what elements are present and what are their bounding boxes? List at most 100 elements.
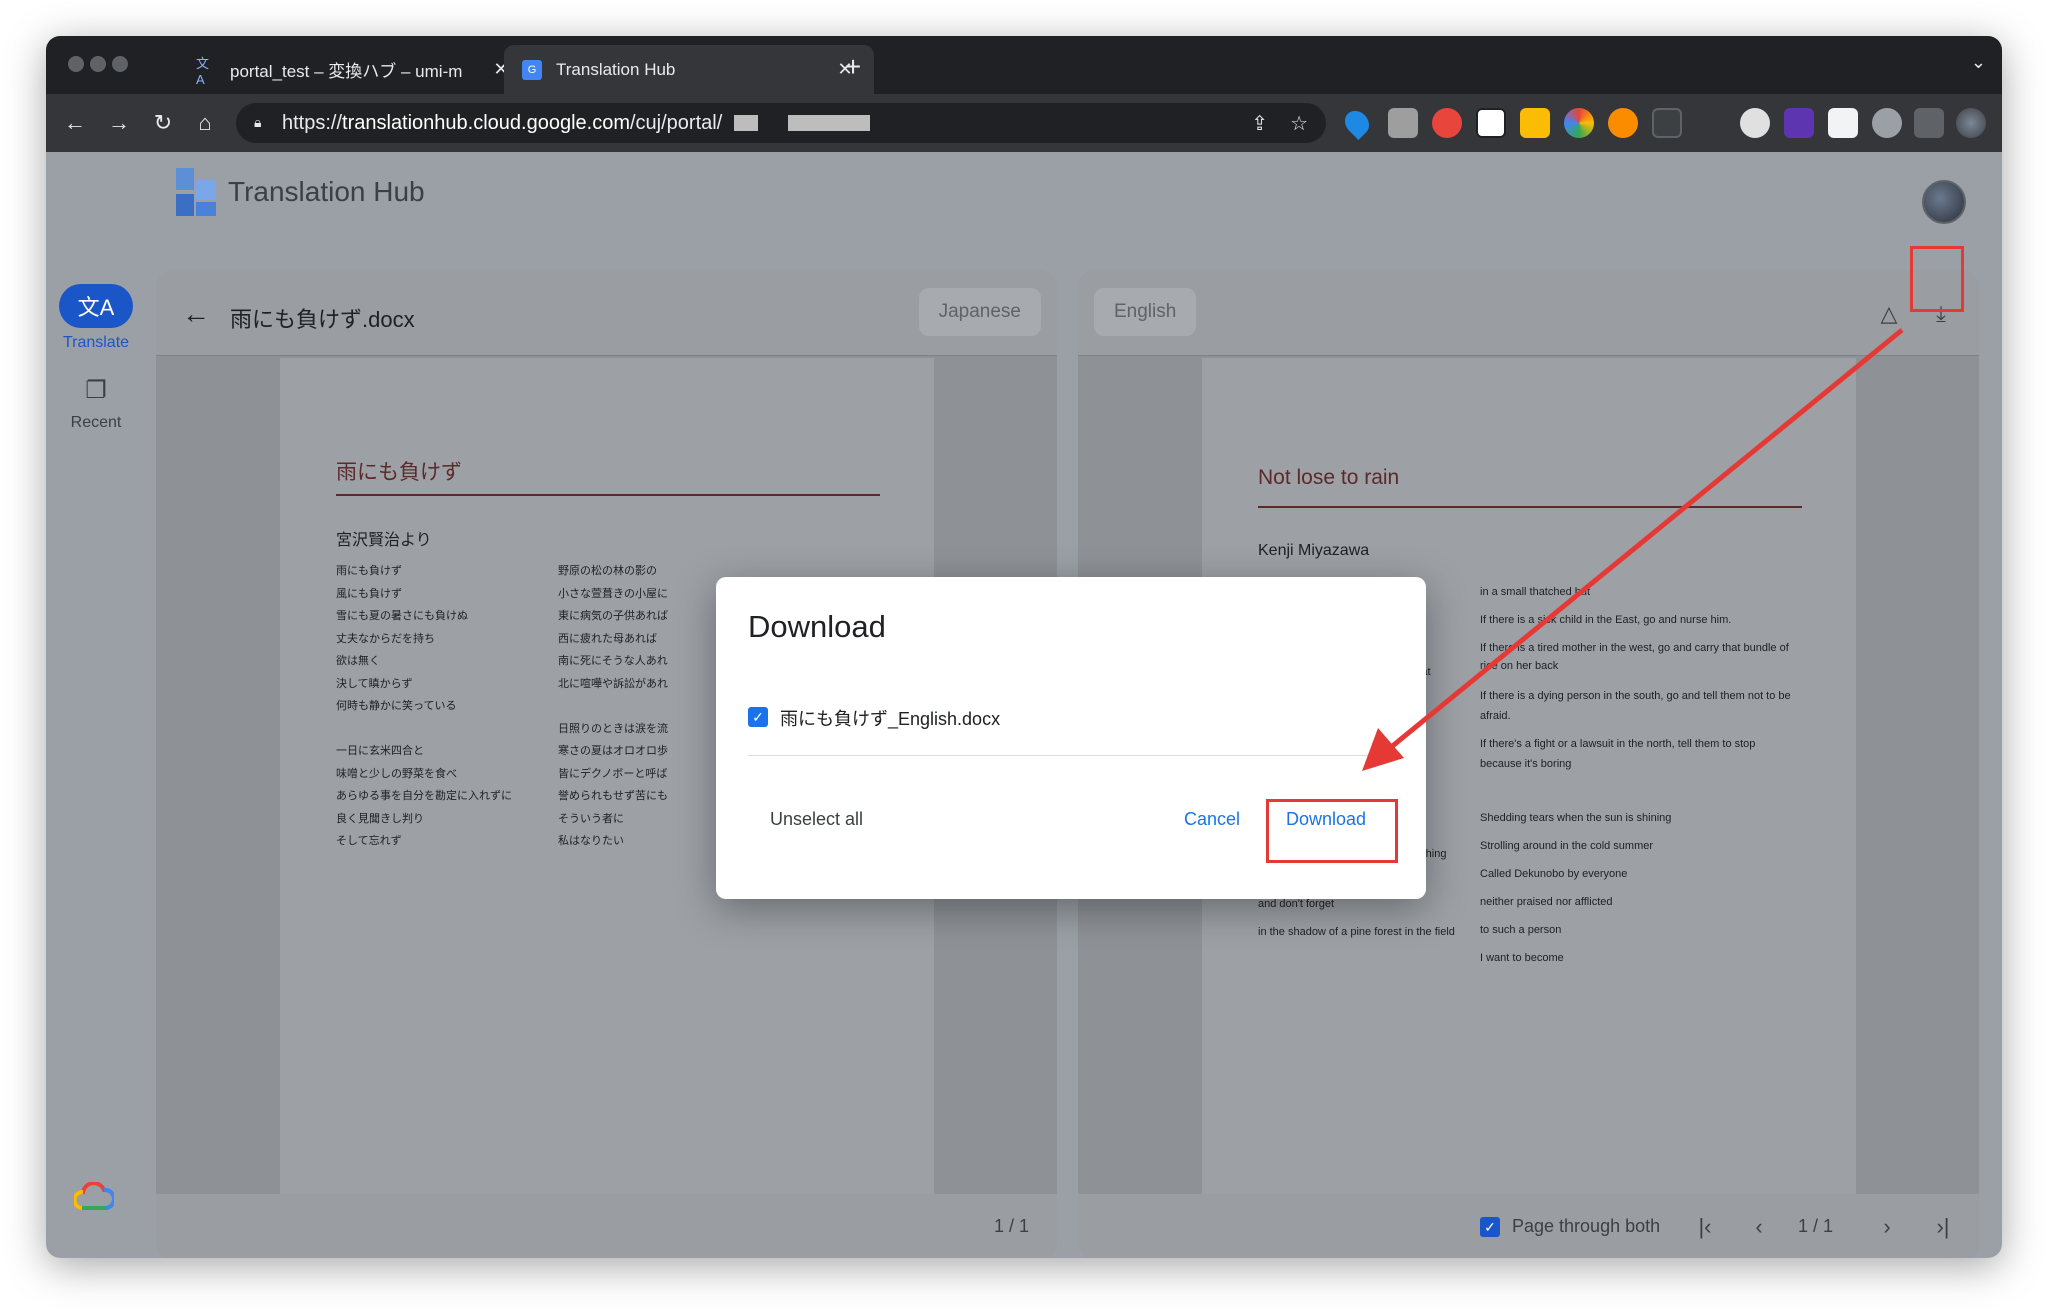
translate-icon: 文A — [59, 284, 133, 328]
rail-translate[interactable]: 文A Translate — [58, 284, 134, 352]
reload-button[interactable]: ↻ — [146, 106, 180, 140]
document-line: 何時も静かに笑っている — [336, 700, 457, 712]
document-line: If there's a fight or a lawsuit in the n… — [1480, 738, 1756, 750]
google-cloud-icon — [74, 1182, 114, 1210]
document-line: 東に病気の子供あれば — [558, 610, 668, 622]
last-page-button[interactable]: ›| — [1928, 1212, 1958, 1242]
extension-orange-icon[interactable] — [1608, 108, 1638, 138]
new-tab-button[interactable]: + — [836, 50, 870, 84]
file-checkbox[interactable]: ✓ — [748, 707, 768, 727]
extension-color-wheel-icon[interactable] — [1564, 108, 1594, 138]
document-line: 決して瞋からず — [336, 677, 413, 690]
user-avatar[interactable] — [1922, 180, 1966, 224]
document-line: 日照りのときは涙を流 — [558, 722, 668, 735]
heading-divider — [336, 494, 880, 496]
zoom-window-button[interactable] — [112, 56, 128, 72]
back-button[interactable]: ← — [58, 106, 92, 140]
document-line: 風にも負けず — [336, 587, 402, 600]
notion-icon[interactable] — [1476, 108, 1506, 138]
minimize-window-button[interactable] — [90, 56, 106, 72]
share-icon[interactable]: ⇪ — [1251, 111, 1268, 136]
first-page-button[interactable]: |‹ — [1690, 1212, 1720, 1242]
profile-avatar[interactable] — [1956, 108, 1986, 138]
lock-icon: 🔒︎ — [254, 114, 262, 130]
document-line: Shedding tears when the sun is shining — [1480, 812, 1672, 824]
document-line: I want to become — [1480, 952, 1564, 964]
document-line: 丈夫なからだを持ち — [336, 632, 435, 645]
close-window-button[interactable] — [68, 56, 84, 72]
document-title: 雨にも負けず.docx — [230, 307, 415, 332]
document-line: 雨にも負けず — [336, 565, 402, 577]
translated-heading: Not lose to rain — [1258, 466, 1400, 489]
bookmark-star-icon[interactable]: ☆ — [1290, 111, 1308, 136]
document-line: If there is a sick child in the East, go… — [1480, 614, 1732, 626]
document-line: 良く見聞きし判り — [336, 812, 424, 825]
browser-window: 文A portal_test – 変換ハブ – umi-m ✕ G Transl… — [46, 36, 2002, 1258]
document-line: because it's boring — [1480, 758, 1572, 770]
document-line: 私はなりたい — [558, 835, 624, 847]
redacted-block — [788, 115, 871, 131]
extension-purple-icon[interactable] — [1784, 108, 1814, 138]
document-line: 野原の松の林の影の — [558, 565, 657, 577]
cancel-button[interactable]: Cancel — [1184, 809, 1240, 830]
unselect-all-button[interactable]: Unselect all — [770, 809, 863, 830]
document-line: 南に死にそうな人あれ — [558, 655, 668, 667]
document-line: 皆にデクノボーと呼ば — [558, 767, 668, 780]
extension-red-icon[interactable] — [1432, 108, 1462, 138]
tab-translation-hub[interactable]: G Translation Hub ✕ — [504, 45, 874, 94]
next-page-button[interactable]: › — [1872, 1212, 1902, 1242]
document-line: rice on her back — [1480, 660, 1559, 672]
document-line: Strolling around in the cold summer — [1480, 840, 1654, 852]
tab-title: Translation Hub — [556, 59, 676, 79]
extension-bookmark-icon[interactable] — [1828, 108, 1858, 138]
document-line: If there is a dying person in the south,… — [1480, 690, 1791, 702]
extension-pin-icon[interactable] — [1340, 106, 1374, 140]
previous-page-button[interactable]: ‹ — [1744, 1212, 1774, 1242]
translate-icon: 文A — [196, 55, 210, 87]
source-author: 宮沢賢治より — [336, 532, 432, 549]
page-through-both-checkbox[interactable]: ✓ — [1480, 1217, 1500, 1237]
extension-print-icon[interactable] — [1388, 108, 1418, 138]
document-line: 雪にも夏の暑さにも負けぬ — [336, 610, 468, 622]
document-line: If there is a tired mother in the west, … — [1480, 642, 1789, 654]
document-line: and don't forget — [1258, 898, 1335, 910]
extension-circle-icon[interactable] — [1740, 108, 1770, 138]
extension-frame-icon[interactable] — [1652, 108, 1682, 138]
rail-recent[interactable]: ❐ Recent — [58, 372, 134, 432]
home-button[interactable]: ⌂ — [188, 106, 222, 140]
document-line: in a small thatched hut — [1480, 586, 1591, 598]
document-line: そして忘れず — [336, 835, 402, 847]
address-bar[interactable]: 🔒︎ https://translationhub.cloud.google.c… — [236, 103, 1326, 143]
document-line: 西に疲れた母あれば — [558, 632, 657, 645]
document-line: 北に喧嘩や訴訟があれ — [558, 677, 668, 690]
annotation-highlight-download-button — [1266, 799, 1398, 863]
document-line: 欲は無く — [336, 655, 380, 667]
source-page-count: 1 / 1 — [993, 1216, 1029, 1236]
side-panel-icon[interactable] — [1914, 108, 1944, 138]
translated-panel-header: English △ ⤓ — [1078, 270, 1979, 356]
extension-yellow-icon[interactable] — [1520, 108, 1550, 138]
google-drive-icon[interactable]: △ — [1869, 294, 1909, 334]
annotation-highlight-download-icon — [1910, 246, 1964, 312]
document-line: あらゆる事を自分を勘定に入れずに — [336, 790, 512, 802]
back-arrow-icon[interactable]: ← — [182, 298, 210, 330]
rail-recent-label: Recent — [70, 414, 122, 431]
dialog-divider — [748, 755, 1394, 756]
translation-hub-logo — [176, 168, 216, 216]
source-panel-header: ← 雨にも負けず.docx Japanese — [156, 270, 1057, 356]
extensions-puzzle-icon[interactable] — [1872, 108, 1902, 138]
app-title: Translation Hub — [228, 176, 425, 207]
tab-bar: 文A portal_test – 変換ハブ – umi-m ✕ G Transl… — [46, 36, 2002, 94]
url-text: https://translationhub.cloud.google.com/… — [282, 111, 723, 134]
forward-button[interactable]: → — [102, 106, 136, 140]
document-line: 誉められもせず苦にも — [558, 790, 668, 802]
redacted-block — [734, 115, 759, 131]
download-dialog: Download ✓ 雨にも負けず_English.docx Unselect … — [716, 577, 1426, 899]
tab-search-button[interactable]: ⌄ — [1971, 52, 1986, 73]
document-line: Called Dekunobo by everyone — [1480, 868, 1628, 880]
document-line: 寒さの夏はオロオロ歩 — [558, 745, 668, 757]
tab-portal-test[interactable]: 文A portal_test – 変換ハブ – umi-m ✕ — [178, 45, 530, 94]
document-line: そういう者に — [558, 812, 624, 825]
browser-toolbar: ← → ↻ ⌂ 🔒︎ https://translationhub.cloud.… — [46, 94, 2002, 152]
target-language-chip: English — [1094, 288, 1197, 336]
